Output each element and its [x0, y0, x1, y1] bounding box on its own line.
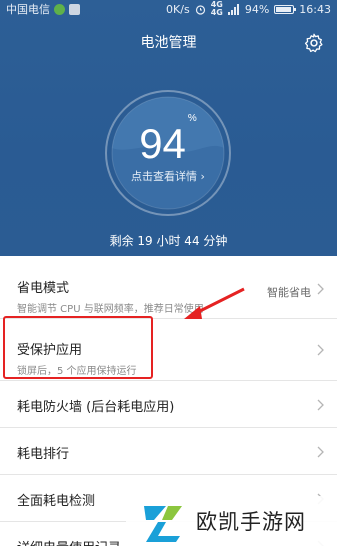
network-4g-icon: 4G 4G	[210, 0, 223, 17]
annotation-arrow-icon	[184, 287, 245, 319]
watermark-logo-icon	[144, 506, 182, 542]
list-item-subtitle: 智能调节 CPU 与联网频率，推荐日常使用	[17, 304, 204, 315]
settings-gear-icon[interactable]	[303, 32, 325, 54]
battery-header: 中国电信 0K/s 4G 4G 94% 16:43 电池管理 94% 点击查看详…	[0, 0, 337, 256]
image-notification-icon	[69, 3, 80, 15]
chevron-right-icon	[317, 344, 324, 356]
battery-percent-label: 94%	[244, 2, 270, 16]
chevron-right-icon	[317, 283, 324, 295]
app-notification-icon	[54, 3, 65, 15]
list-item-value: 智能省电	[267, 286, 311, 299]
status-bar: 中国电信 0K/s 4G 4G 94% 16:43	[0, 0, 337, 18]
list-item-title: 耗电防火墙 (后台耗电应用)	[17, 400, 175, 415]
annotation-highlight-box	[3, 316, 153, 379]
list-item-power-saving-mode[interactable]: 省电模式 智能调节 CPU 与联网频率，推荐日常使用 智能省电	[0, 262, 337, 319]
view-details-link[interactable]: 点击查看详情 ›	[103, 168, 233, 184]
list-item-title: 耗电排行	[17, 447, 70, 462]
clock: 16:43	[299, 2, 331, 16]
remaining-time: 剩余 19 小时 44 分钟	[109, 234, 228, 248]
chevron-right-icon	[317, 399, 324, 411]
battery-gauge[interactable]: 94% 点击查看详情 ›	[103, 88, 233, 218]
alarm-icon	[195, 4, 205, 15]
page-title: 电池管理	[140, 35, 197, 51]
watermark: 欧凯手游网	[126, 496, 337, 546]
list-item-power-firewall[interactable]: 耗电防火墙 (后台耗电应用)	[0, 381, 337, 428]
battery-percent-display: 94%	[139, 113, 197, 167]
carrier-label: 中国电信	[6, 3, 50, 16]
watermark-text: 欧凯手游网	[196, 510, 306, 534]
signal-icon	[227, 3, 239, 15]
battery-icon	[274, 4, 297, 14]
network-speed: 0K/s	[166, 2, 190, 16]
list-item-power-ranking[interactable]: 耗电排行	[0, 428, 337, 475]
chevron-right-icon	[317, 446, 324, 458]
